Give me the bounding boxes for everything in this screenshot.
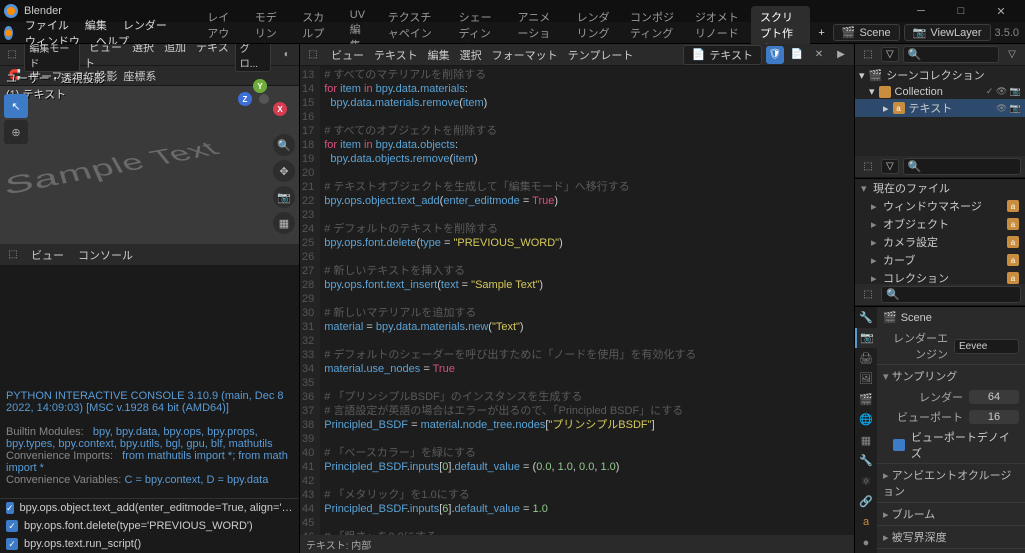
axis-y-icon[interactable]: Y bbox=[253, 79, 267, 93]
move-icon[interactable]: ✥ bbox=[273, 160, 295, 182]
output-tab[interactable]: 🖨 bbox=[855, 348, 877, 369]
property-tabs: 🔧 📷 🖨 🖼 🎬 🌐 ▦ 🔧 ⚛ 🔗 a ● bbox=[855, 307, 877, 553]
properties-panel: 🔧 📷 🖨 🖼 🎬 🌐 ▦ 🔧 ⚛ 🔗 a ● 🎬Scene レンダーエンジンE… bbox=[855, 306, 1025, 553]
global-select[interactable]: グロ... bbox=[235, 44, 271, 72]
unlink-icon[interactable]: ✕ bbox=[810, 46, 828, 64]
cursor-tool[interactable]: ⊕ bbox=[4, 120, 28, 144]
scene-field[interactable]: 🎬 Scene bbox=[833, 24, 900, 41]
code-area[interactable]: # すべてのマテリアルを削除するfor item in bpy.data.mat… bbox=[320, 66, 854, 535]
tool-tab[interactable]: 🔧 bbox=[855, 307, 877, 328]
scene-tab[interactable]: 🎬 bbox=[855, 389, 877, 410]
filter-icon[interactable]: ▽ bbox=[1003, 46, 1021, 64]
object-tab[interactable]: ▦ bbox=[855, 430, 877, 451]
viewport-header: ⬚ 編集モード ビュー選択追加テキスト グロ... ◐ bbox=[0, 44, 299, 66]
shading-icon[interactable]: ◐ bbox=[279, 46, 295, 64]
run-script-button[interactable]: ▶ bbox=[832, 46, 850, 64]
history-item[interactable]: ✓bpy.ops.object.text_add(enter_editmode=… bbox=[0, 499, 299, 517]
props-search[interactable]: 🔍 bbox=[881, 286, 1021, 303]
info-log: ✓bpy.ops.object.text_add(enter_editmode=… bbox=[0, 498, 299, 553]
menu-ファイル[interactable]: ファイル bbox=[17, 17, 77, 35]
text-status: テキスト: 内部 bbox=[300, 535, 854, 553]
3d-viewport[interactable]: ⬚ 編集モード ビュー選択追加テキスト グロ... ◐ 🧲 サーフェスに投影 座… bbox=[0, 44, 299, 244]
props-header: ⬚ 🔍 bbox=[855, 284, 1025, 306]
version-label: 3.5.0 bbox=[995, 27, 1019, 39]
constraint-tab[interactable]: 🔗 bbox=[855, 492, 877, 513]
outliner-search[interactable]: 🔍 bbox=[903, 46, 999, 63]
console-header: ⬚ ビュー コンソール bbox=[0, 244, 299, 266]
prop-section[interactable]: ▸ 被写界深度 bbox=[877, 525, 1025, 548]
menu-編集[interactable]: 編集 bbox=[77, 17, 115, 35]
outliner[interactable]: ▾🎬シーンコレクション ▾Collection✓ 👁 📷 ▸aテキスト👁 📷 bbox=[855, 66, 1025, 156]
text-doc-field[interactable]: 📄 テキスト bbox=[683, 45, 762, 65]
modifier-tab[interactable]: 🔧 bbox=[855, 451, 877, 472]
material-tab[interactable]: ● bbox=[855, 533, 877, 553]
history-item[interactable]: ✓bpy.ops.text.run_script() bbox=[0, 535, 299, 553]
axis-x-icon[interactable]: X bbox=[273, 102, 287, 116]
app-title: Blender bbox=[24, 5, 62, 17]
new-icon[interactable]: 📄 bbox=[788, 46, 806, 64]
text-object[interactable]: Sample Text bbox=[4, 138, 226, 202]
top-menu-bar: ファイル編集レンダーウィンドウヘルプ レイアウトモデリングスカルプトUV編集テク… bbox=[0, 22, 1025, 44]
text-editor-icon[interactable]: ⬚ bbox=[304, 46, 322, 64]
fb-item[interactable]: ▸コレクションa bbox=[855, 269, 1025, 284]
file-browser[interactable]: ▾現在のファイル ▸ウィンドウマネージa▸オブジェクトa▸カメラ設定a▸カーブa… bbox=[855, 178, 1025, 284]
line-gutter: 1314151617181920212223242526272829303132… bbox=[300, 66, 320, 535]
select-tool[interactable]: ↖ bbox=[4, 94, 28, 118]
outliner-header: ⬚ ▽ 🔍 ▽ bbox=[855, 44, 1025, 66]
fb-item[interactable]: ▸カメラ設定a bbox=[855, 233, 1025, 251]
camera-icon[interactable]: 📷 bbox=[273, 186, 295, 208]
perspective-icon[interactable]: ▦ bbox=[273, 212, 295, 234]
physics-tab[interactable]: ⚛ bbox=[855, 471, 877, 492]
maximize-button[interactable]: □ bbox=[941, 0, 981, 22]
text-editor-header: ⬚ ビューテキスト編集選択フォーマットテンプレート 📄 テキスト 🛡 📄 ✕ ▶ bbox=[300, 44, 854, 66]
python-console[interactable]: PYTHON INTERACTIVE CONSOLE 3.10.9 (main,… bbox=[0, 266, 299, 553]
outliner-icon[interactable]: ⬚ bbox=[859, 46, 877, 64]
denoise-checkbox[interactable] bbox=[893, 439, 905, 451]
prop-section[interactable]: ▸ ブルーム bbox=[877, 502, 1025, 525]
zoom-icon[interactable]: 🔍 bbox=[273, 134, 295, 156]
toolbar-left: ↖ ⊕ bbox=[4, 94, 28, 144]
menu-レンダー[interactable]: レンダー bbox=[115, 17, 175, 35]
prop-section[interactable]: ▸ SSS bbox=[877, 548, 1025, 553]
fb-item[interactable]: ▸カーブa bbox=[855, 251, 1025, 269]
text-editor[interactable]: 1314151617181920212223242526272829303132… bbox=[300, 66, 854, 535]
console-editor-icon[interactable]: ⬚ bbox=[4, 246, 22, 264]
history-item[interactable]: ✓bpy.ops.font.delete(type='PREVIOUS_WORD… bbox=[0, 517, 299, 535]
fb-search[interactable]: 🔍 bbox=[903, 158, 1021, 175]
axis-z-icon[interactable]: Z bbox=[238, 92, 252, 106]
minimize-button[interactable]: ─ bbox=[901, 0, 941, 22]
filebrowser-header: ⬚ ▽ 🔍 bbox=[855, 156, 1025, 178]
world-tab[interactable]: 🌐 bbox=[855, 410, 877, 431]
nav-gizmo[interactable]: X Y Z bbox=[237, 74, 287, 124]
viewlayer-tab[interactable]: 🖼 bbox=[855, 369, 877, 390]
add-workspace[interactable]: + bbox=[810, 24, 832, 42]
data-tab[interactable]: a bbox=[855, 512, 877, 533]
shield-icon[interactable]: 🛡 bbox=[766, 46, 784, 64]
editor-type-icon[interactable]: ⬚ bbox=[4, 46, 20, 64]
menu-logo bbox=[4, 26, 13, 40]
fb-item[interactable]: ▸ウィンドウマネージa bbox=[855, 197, 1025, 215]
close-button[interactable]: ✕ bbox=[981, 0, 1021, 22]
prop-section[interactable]: ▸ アンビエントオクルージョン bbox=[877, 463, 1025, 502]
render-tab[interactable]: 📷 bbox=[855, 328, 877, 349]
viewlayer-field[interactable]: 📷 ViewLayer bbox=[904, 24, 991, 41]
fb-item[interactable]: ▸オブジェクトa bbox=[855, 215, 1025, 233]
outliner-item[interactable]: ▸aテキスト👁 📷 bbox=[855, 99, 1025, 117]
